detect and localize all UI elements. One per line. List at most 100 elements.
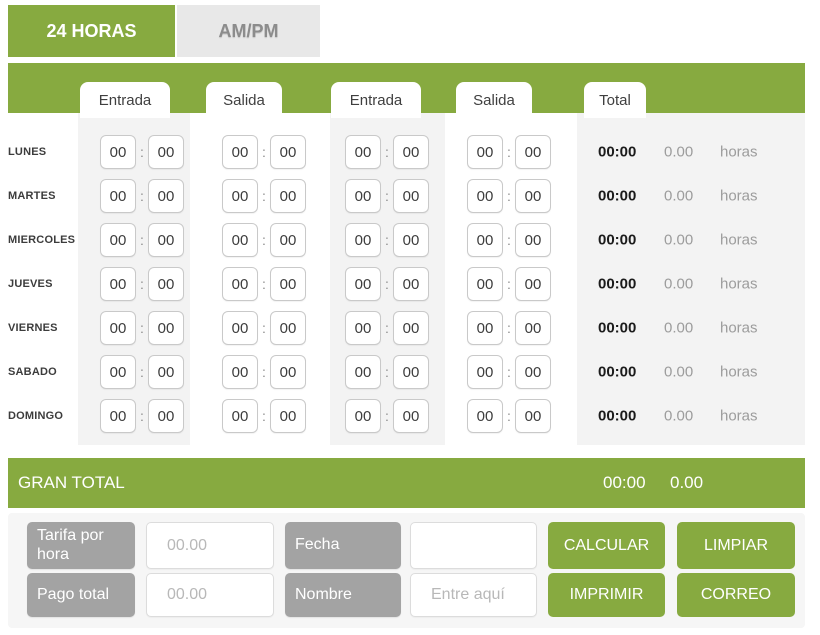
entrada2-hours-input[interactable] bbox=[345, 135, 381, 169]
colon-separator: : bbox=[258, 232, 270, 248]
salida1-minutes-input[interactable] bbox=[270, 223, 306, 257]
entrada2-minutes-input[interactable] bbox=[393, 179, 429, 213]
day-label: SABADO bbox=[8, 366, 74, 378]
salida2-hours-input[interactable] bbox=[467, 223, 503, 257]
salida2-minutes-input[interactable] bbox=[515, 311, 551, 345]
entrada2-minutes-input[interactable] bbox=[393, 355, 429, 389]
date-input[interactable] bbox=[410, 522, 537, 569]
salida1-hours-input[interactable] bbox=[222, 355, 258, 389]
salida1-hours-input[interactable] bbox=[222, 311, 258, 345]
entrada1-hours-input[interactable] bbox=[100, 179, 136, 213]
entrada2-hours-input[interactable] bbox=[345, 311, 381, 345]
colon-separator: : bbox=[258, 276, 270, 292]
salida1-minutes-input[interactable] bbox=[270, 135, 306, 169]
timesheet-calculator: 24 HORAS AM/PM Entrada Salida Entrada Sa… bbox=[0, 0, 820, 635]
colon-separator: : bbox=[381, 408, 393, 424]
day-total-time: 00:00 bbox=[598, 364, 636, 381]
salida1-minutes-input[interactable] bbox=[270, 355, 306, 389]
salida1-minutes-input[interactable] bbox=[270, 399, 306, 433]
entrada1-hours-input[interactable] bbox=[100, 135, 136, 169]
salida2-minutes-input[interactable] bbox=[515, 355, 551, 389]
entrada1-minutes-input[interactable] bbox=[148, 135, 184, 169]
day-row: SABADO : : : : 00:00 0.00 horas bbox=[0, 350, 820, 394]
day-row: DOMINGO : : : : 00:00 0.00 horas bbox=[0, 394, 820, 438]
colon-separator: : bbox=[503, 364, 515, 380]
colon-separator: : bbox=[258, 320, 270, 336]
calculate-button[interactable]: CALCULAR bbox=[548, 522, 665, 569]
entrada2-minutes-input[interactable] bbox=[393, 135, 429, 169]
salida2-minutes-input[interactable] bbox=[515, 135, 551, 169]
day-label: MARTES bbox=[8, 190, 74, 202]
entrada1-hours-input[interactable] bbox=[100, 399, 136, 433]
salida1-minutes-input[interactable] bbox=[270, 179, 306, 213]
entrada2-hours-input[interactable] bbox=[345, 223, 381, 257]
salida2-minutes-input[interactable] bbox=[515, 267, 551, 301]
salida2-minutes-input[interactable] bbox=[515, 399, 551, 433]
salida2-minutes-input[interactable] bbox=[515, 223, 551, 257]
salida2-hours-input[interactable] bbox=[467, 355, 503, 389]
colon-separator: : bbox=[503, 232, 515, 248]
day-total-unit: horas bbox=[720, 364, 758, 381]
day-total-decimal: 0.00 bbox=[664, 408, 693, 425]
entrada1-minutes-input[interactable] bbox=[148, 179, 184, 213]
tab-24-hours[interactable]: 24 HORAS bbox=[8, 5, 175, 57]
entrada1-minutes-input[interactable] bbox=[148, 355, 184, 389]
day-total-unit: horas bbox=[720, 232, 758, 249]
colon-separator: : bbox=[136, 364, 148, 380]
day-total-decimal: 0.00 bbox=[664, 276, 693, 293]
entrada1-minutes-input[interactable] bbox=[148, 399, 184, 433]
salida1-hours-input[interactable] bbox=[222, 399, 258, 433]
entrada1-hours-input[interactable] bbox=[100, 223, 136, 257]
entrada1-hours-input[interactable] bbox=[100, 355, 136, 389]
salida1-hours-input[interactable] bbox=[222, 135, 258, 169]
entrada1-minutes-input[interactable] bbox=[148, 311, 184, 345]
date-label: Fecha bbox=[285, 522, 401, 569]
tab-am-pm[interactable]: AM/PM bbox=[177, 5, 320, 57]
entrada2-minutes-input[interactable] bbox=[393, 311, 429, 345]
salida2-hours-input[interactable] bbox=[467, 267, 503, 301]
salida2-hours-input[interactable] bbox=[467, 135, 503, 169]
colon-separator: : bbox=[258, 408, 270, 424]
day-total-time: 00:00 bbox=[598, 188, 636, 205]
entrada2-minutes-input[interactable] bbox=[393, 267, 429, 301]
colon-separator: : bbox=[258, 188, 270, 204]
salida2-hours-input[interactable] bbox=[467, 399, 503, 433]
email-button[interactable]: CORREO bbox=[677, 573, 795, 617]
entrada1-hours-input[interactable] bbox=[100, 311, 136, 345]
entrada2-hours-input[interactable] bbox=[345, 355, 381, 389]
entrada2-hours-input[interactable] bbox=[345, 267, 381, 301]
colon-separator: : bbox=[136, 320, 148, 336]
entrada2-minutes-input[interactable] bbox=[393, 223, 429, 257]
total-pay-label: Pago total bbox=[27, 573, 135, 617]
day-total-time: 00:00 bbox=[598, 144, 636, 161]
total-pay-input[interactable] bbox=[146, 573, 274, 617]
colon-separator: : bbox=[136, 276, 148, 292]
colon-separator: : bbox=[503, 188, 515, 204]
clear-button[interactable]: LIMPIAR bbox=[677, 522, 795, 569]
hourly-rate-input[interactable] bbox=[146, 522, 274, 569]
colon-separator: : bbox=[258, 144, 270, 160]
salida2-hours-input[interactable] bbox=[467, 311, 503, 345]
name-input[interactable] bbox=[410, 573, 537, 617]
timesheet-rows: LUNES : : : : 00:00 0.00 horas MARTES : … bbox=[0, 130, 820, 438]
print-button[interactable]: IMPRIMIR bbox=[548, 573, 665, 617]
entrada1-minutes-input[interactable] bbox=[148, 267, 184, 301]
salida1-hours-input[interactable] bbox=[222, 267, 258, 301]
day-total-time: 00:00 bbox=[598, 276, 636, 293]
name-label: Nombre bbox=[285, 573, 401, 617]
salida1-minutes-input[interactable] bbox=[270, 311, 306, 345]
salida2-hours-input[interactable] bbox=[467, 179, 503, 213]
salida1-hours-input[interactable] bbox=[222, 223, 258, 257]
day-total-time: 00:00 bbox=[598, 320, 636, 337]
entrada2-hours-input[interactable] bbox=[345, 399, 381, 433]
colon-separator: : bbox=[381, 232, 393, 248]
entrada2-hours-input[interactable] bbox=[345, 179, 381, 213]
salida1-hours-input[interactable] bbox=[222, 179, 258, 213]
salida2-minutes-input[interactable] bbox=[515, 179, 551, 213]
day-total-time: 00:00 bbox=[598, 232, 636, 249]
salida1-minutes-input[interactable] bbox=[270, 267, 306, 301]
entrada1-minutes-input[interactable] bbox=[148, 223, 184, 257]
entrada2-minutes-input[interactable] bbox=[393, 399, 429, 433]
entrada1-hours-input[interactable] bbox=[100, 267, 136, 301]
day-total-decimal: 0.00 bbox=[664, 320, 693, 337]
